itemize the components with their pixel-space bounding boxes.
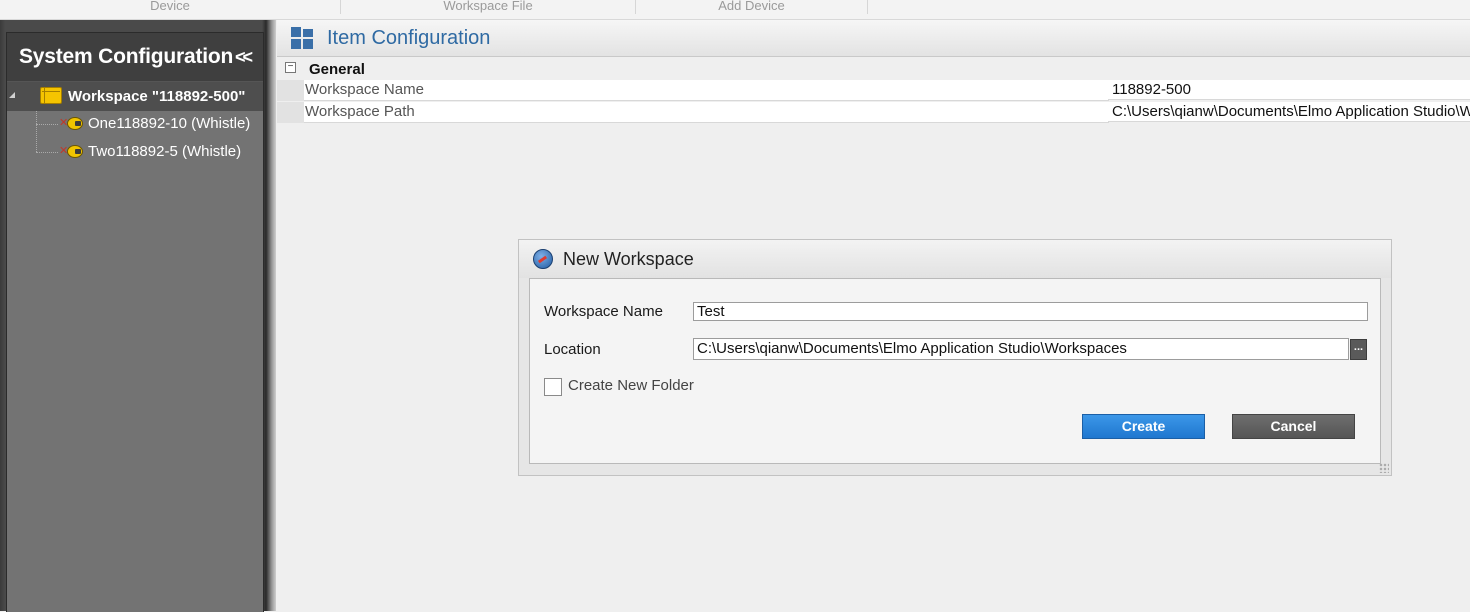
collapse-minus-icon[interactable]: − xyxy=(285,62,296,73)
tree-item-label: Two118892-5 (Whistle) xyxy=(88,143,242,160)
tree-item-label: One118892-10 (Whistle) xyxy=(88,115,251,132)
workspace-globe-icon xyxy=(533,249,553,269)
resize-grip-icon[interactable] xyxy=(1379,463,1389,473)
dialog-title: New Workspace xyxy=(563,249,694,269)
top-tab-strip: Device Workspace File Add Device xyxy=(0,0,1470,20)
dialog-body: Workspace Name Test Location C:\Users\qi… xyxy=(529,278,1381,464)
create-new-folder-label: Create New Folder xyxy=(568,377,694,394)
tree-item-device-one[interactable]: ✕ One118892-10 (Whistle) xyxy=(7,112,263,138)
property-value[interactable]: 118892-500 xyxy=(1108,80,1470,100)
browse-button[interactable]: ... xyxy=(1350,339,1367,360)
property-name: Workspace Name xyxy=(304,80,1109,101)
property-row[interactable]: Workspace Name 118892-500 xyxy=(277,80,1470,101)
property-name: Workspace Path xyxy=(304,102,1109,123)
workspace-name-input[interactable]: Test xyxy=(693,302,1368,321)
sidebar-header: System Configuration << xyxy=(7,33,263,82)
device-plug-icon xyxy=(67,117,83,130)
category-label: General xyxy=(309,61,365,78)
property-row[interactable]: Workspace Path C:\Users\qianw\Documents\… xyxy=(277,102,1470,123)
item-configuration-header: Item Configuration xyxy=(277,20,1470,57)
system-configuration-panel: System Configuration << Workspace "11889… xyxy=(6,32,264,612)
tab-add-device[interactable]: Add Device xyxy=(636,0,868,14)
device-plug-icon xyxy=(67,145,83,158)
location-input[interactable]: C:\Users\qianw\Documents\Elmo Applicatio… xyxy=(693,338,1349,360)
expand-arrow-icon[interactable] xyxy=(9,92,15,98)
tab-device[interactable]: Device xyxy=(0,0,341,14)
location-label: Location xyxy=(544,341,601,358)
create-button[interactable]: Create xyxy=(1082,414,1205,439)
property-value[interactable]: C:\Users\qianw\Documents\Elmo Applicatio… xyxy=(1108,102,1470,122)
item-configuration-icon xyxy=(291,27,315,49)
tab-workspace-file[interactable]: Workspace File xyxy=(341,0,636,14)
sidebar-title: System Configuration xyxy=(19,45,234,68)
tree-item-device-two[interactable]: ✕ Two118892-5 (Whistle) xyxy=(7,140,263,166)
tree-item-label: Workspace "118892-500" xyxy=(68,88,246,105)
workspace-name-label: Workspace Name xyxy=(544,303,663,320)
dialog-header: New Workspace xyxy=(519,240,1391,278)
new-workspace-dialog: New Workspace Workspace Name Test Locati… xyxy=(518,239,1392,476)
cancel-button[interactable]: Cancel xyxy=(1232,414,1355,439)
tree-item-workspace[interactable]: Workspace "118892-500" xyxy=(7,82,263,111)
workspace-icon xyxy=(40,87,62,104)
create-new-folder-checkbox[interactable] xyxy=(544,378,562,396)
property-category: − General xyxy=(277,58,1470,80)
collapse-icon[interactable]: << xyxy=(235,47,253,68)
page-title: Item Configuration xyxy=(327,27,491,49)
